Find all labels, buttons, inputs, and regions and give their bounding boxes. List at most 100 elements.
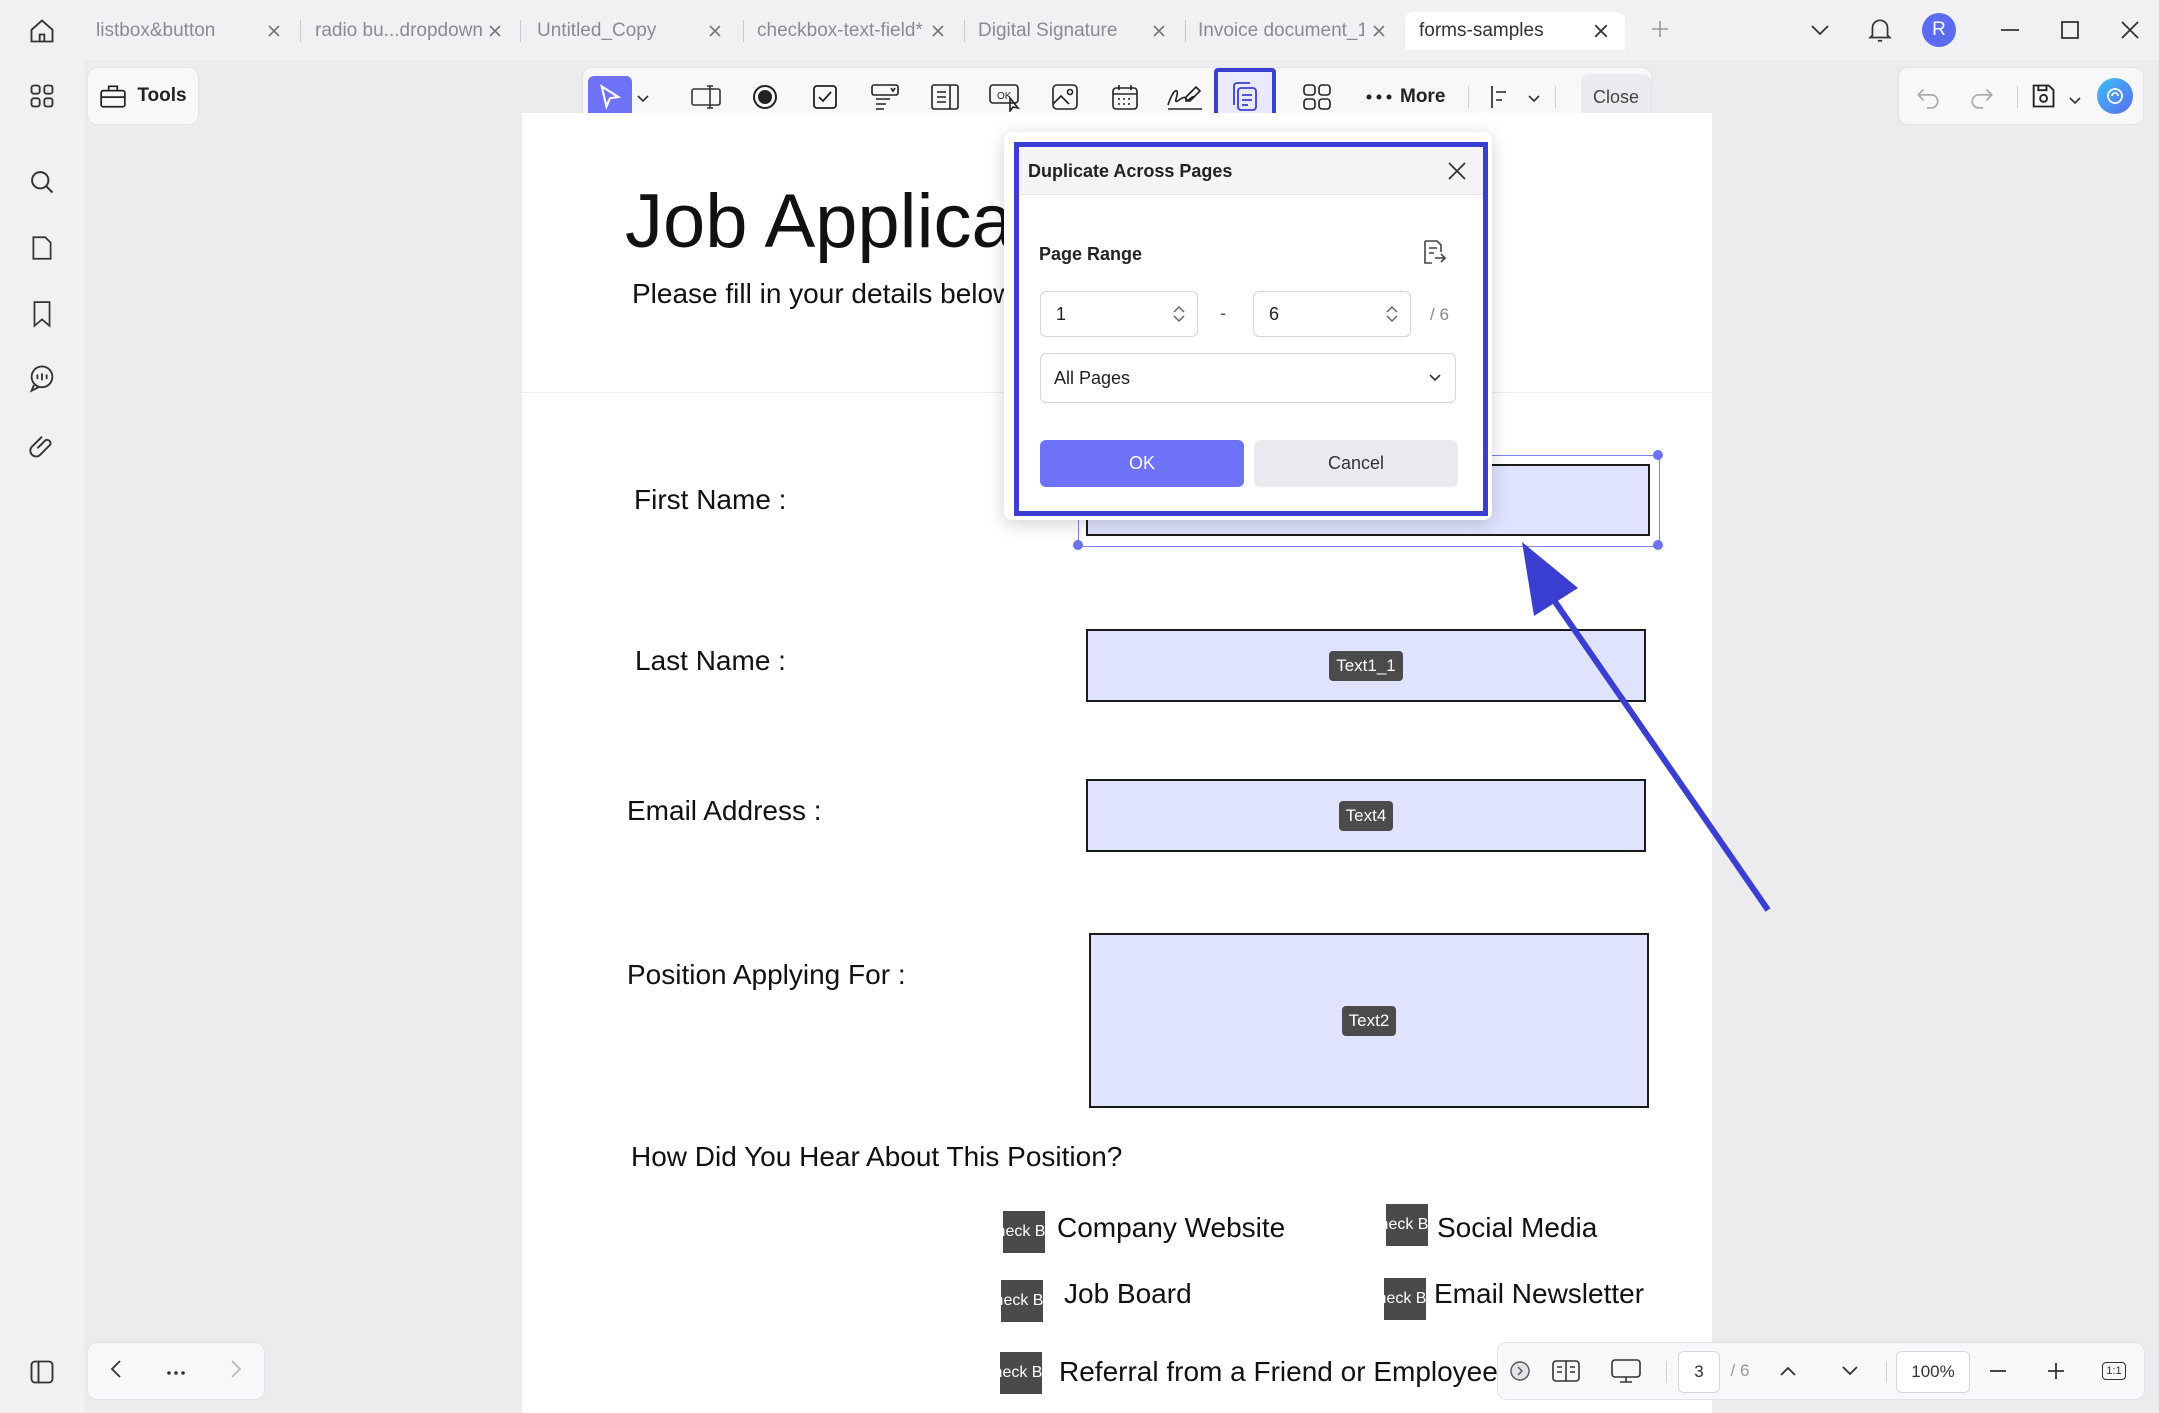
save-icon[interactable] [2029, 82, 2057, 115]
document-subtitle: Please fill in your details below [632, 278, 1007, 309]
apps-grid-icon[interactable] [22, 76, 62, 116]
chevron-up-icon[interactable] [1770, 1343, 1806, 1399]
tab-listbox-button[interactable]: listbox&button [84, 12, 284, 50]
tools-label: Tools [137, 85, 187, 106]
radio-tool-button[interactable] [743, 76, 787, 118]
more-dots-icon[interactable] [167, 1362, 185, 1380]
grid-icon [1303, 84, 1331, 110]
field-name-tag: Text1_1 [1329, 650, 1403, 681]
search-icon[interactable] [22, 162, 62, 202]
checkbox-social-media[interactable]: Check Box [1386, 1204, 1428, 1246]
combo-box-icon [871, 84, 899, 110]
tab-divider [1185, 20, 1186, 42]
chevron-down-icon[interactable] [1802, 14, 1838, 46]
checkbox-job-board[interactable]: Check Box [1001, 1280, 1043, 1322]
position-field[interactable]: Text2 [1089, 933, 1649, 1108]
resize-handle[interactable] [1653, 450, 1663, 460]
chevron-down-icon[interactable] [637, 90, 649, 108]
select-tool-button[interactable] [588, 76, 632, 118]
chevron-left-icon[interactable] [110, 1359, 122, 1384]
checkbox-tool-button[interactable] [803, 76, 847, 118]
close-icon[interactable] [1591, 21, 1611, 41]
tab-label: forms-samples [1419, 20, 1544, 41]
minimize-icon[interactable] [1992, 14, 2028, 46]
close-window-icon[interactable] [2112, 14, 2148, 46]
tab-invoice-document[interactable]: Invoice document_1* [1189, 12, 1389, 50]
actual-size-button[interactable]: 1:1 [2096, 1343, 2132, 1399]
chevron-right-icon[interactable] [230, 1359, 242, 1384]
close-icon[interactable] [485, 21, 505, 41]
signature-tool-button[interactable] [1163, 76, 1207, 118]
tab-forms-samples[interactable]: forms-samples [1405, 12, 1625, 50]
checkbox-company-website[interactable]: Check Box [1003, 1211, 1045, 1253]
list-box-tool-button[interactable] [923, 76, 967, 118]
option-label: Email Newsletter [1434, 1278, 1645, 1309]
tab-divider [964, 20, 965, 42]
button-tool-button[interactable]: OK [983, 76, 1027, 118]
sidebar-toggle-icon[interactable] [20, 1352, 64, 1392]
attachment-icon[interactable] [22, 426, 62, 466]
ok-button-icon: OK [989, 84, 1020, 112]
option-label: Social Media [1437, 1212, 1598, 1243]
current-page-input[interactable]: 3 [1678, 1351, 1720, 1393]
close-icon[interactable] [1149, 21, 1169, 41]
text-field-icon [691, 85, 721, 109]
ai-assistant-icon[interactable] [2097, 78, 2133, 114]
date-field-tool-button[interactable] [1103, 76, 1147, 118]
close-icon[interactable] [928, 21, 948, 41]
chevron-down-icon[interactable] [1832, 1343, 1868, 1399]
more-button[interactable]: More [1366, 76, 1445, 118]
tab-divider [743, 20, 744, 42]
close-icon[interactable] [705, 21, 725, 41]
tab-label: Untitled_Copy [537, 20, 657, 41]
cursor-icon [600, 84, 622, 110]
option-label: Company Website [1057, 1212, 1286, 1243]
chevron-down-icon[interactable] [1528, 90, 1540, 108]
image-field-tool-button[interactable] [1043, 76, 1087, 118]
signature-icon [1167, 85, 1202, 110]
zoom-in-icon[interactable] [2038, 1343, 2074, 1399]
reading-mode-icon[interactable] [1546, 1343, 1586, 1399]
present-icon[interactable] [1606, 1343, 1646, 1399]
redo-icon[interactable] [1969, 83, 1995, 114]
more-label: More [1400, 86, 1446, 107]
collapse-icon[interactable] [1508, 1343, 1532, 1399]
undo-icon[interactable] [1915, 83, 1941, 114]
dialog-highlight-frame [1014, 142, 1488, 516]
zoom-out-icon[interactable] [1980, 1343, 2016, 1399]
checkbox-email-newsletter[interactable]: Check Box [1384, 1278, 1426, 1320]
tab-label: Invoice document_1* [1198, 20, 1364, 41]
tab-digital-signature[interactable]: Digital Signature [969, 12, 1169, 50]
avatar[interactable]: R [1922, 13, 1956, 47]
source-question: How Did You Hear About This Position? [631, 1141, 1123, 1172]
close-icon[interactable] [264, 21, 284, 41]
document-title: Job Application [625, 179, 1005, 264]
close-icon[interactable] [1369, 21, 1389, 41]
align-left-icon [1491, 86, 1506, 108]
chevron-down-icon[interactable] [2069, 92, 2081, 110]
maximize-icon[interactable] [2052, 14, 2088, 46]
radio-icon [753, 85, 777, 109]
tab-radio-dropdown[interactable]: radio bu...dropdown [305, 12, 505, 50]
home-icon[interactable] [20, 12, 64, 50]
tab-label: checkbox-text-field* [757, 20, 923, 41]
comment-icon[interactable] [22, 358, 62, 398]
text-field-tool-button[interactable] [685, 76, 729, 118]
align-tool-button[interactable] [1483, 76, 1519, 118]
resize-handle[interactable] [1073, 540, 1083, 550]
checkbox-referral[interactable]: Check Box [1000, 1352, 1042, 1394]
tab-checkbox-text-field[interactable]: checkbox-text-field* [748, 12, 948, 50]
tools-button[interactable]: Tools [87, 67, 199, 125]
grid-layout-tool-button[interactable] [1295, 76, 1339, 118]
tab-untitled-copy[interactable]: Untitled_Copy [525, 12, 725, 50]
more-dots-icon [1366, 94, 1392, 100]
pages-icon[interactable] [22, 228, 62, 268]
dropdown-tool-button[interactable] [863, 76, 907, 118]
bookmark-icon[interactable] [22, 294, 62, 334]
bell-icon[interactable] [1862, 14, 1898, 46]
new-tab-icon[interactable] [1645, 14, 1675, 44]
tab-divider [300, 20, 301, 42]
total-pages-label: / 6 [1730, 1361, 1750, 1380]
actual-size-label: 1:1 [2102, 1362, 2126, 1380]
zoom-level-input[interactable]: 100% [1896, 1351, 1970, 1393]
